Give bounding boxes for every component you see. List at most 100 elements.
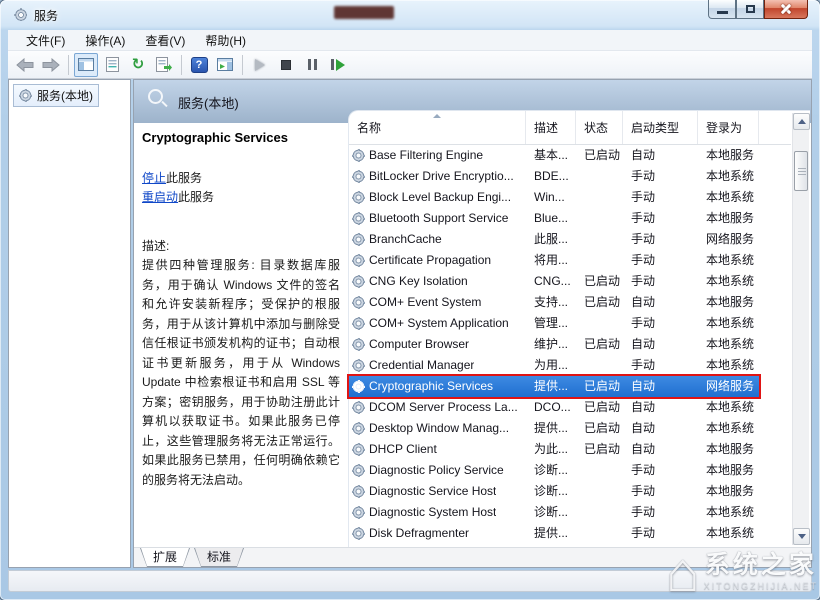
services-icon <box>19 89 32 102</box>
tree-item-services-local[interactable]: 服务(本地) <box>13 84 99 107</box>
list-header: 名称 描述 状态 启动类型 登录为 <box>349 111 791 145</box>
sort-ascending-icon <box>433 114 441 118</box>
service-row[interactable]: Base Filtering Engine 基本... 已启动 自动 本地服务 <box>349 145 759 166</box>
restart-service-line: 重启动此服务 <box>142 188 339 207</box>
menu-item[interactable]: 文件(F) <box>16 30 75 51</box>
service-gear-icon <box>352 506 365 519</box>
service-gear-icon <box>352 233 365 246</box>
service-row[interactable]: COM+ System Application 管理... 手动 本地系统 <box>349 313 759 334</box>
column-header-logon-as[interactable]: 登录为 <box>698 111 759 144</box>
service-gear-icon <box>352 170 365 183</box>
close-button[interactable] <box>764 0 808 19</box>
service-description: 提供四种管理服务: 目录数据库服务，用于确认 Windows 文件的签名和允许安… <box>142 256 340 490</box>
export-list-icon[interactable] <box>152 53 176 77</box>
window-title: 服务 <box>34 7 58 24</box>
service-row[interactable]: DHCP Client 为此... 已启动 自动 本地服务 <box>349 439 759 460</box>
view-tabs: 扩展标准 <box>134 547 811 567</box>
stop-link-suffix: 此服务 <box>166 171 202 185</box>
menu-item[interactable]: 帮助(H) <box>195 30 256 51</box>
console-tree-panel: 服务(本地) <box>8 79 131 568</box>
service-row[interactable]: CNG Key Isolation CNG... 已启动 手动 本地系统 <box>349 271 759 292</box>
maximize-button[interactable] <box>736 0 764 19</box>
stop-service-link[interactable]: 停止 <box>142 171 166 185</box>
minimize-button[interactable] <box>708 0 736 19</box>
menubar: 文件(F)操作(A)查看(V)帮助(H) <box>8 30 812 51</box>
menu-item[interactable]: 操作(A) <box>75 30 135 51</box>
service-gear-icon <box>352 254 365 267</box>
services-mmc-window: 服务 文件(F)操作(A)查看(V)帮助(H) ↻ ? <box>0 0 820 600</box>
service-row[interactable]: DCOM Server Process La... DCO... 已启动 自动 … <box>349 397 759 418</box>
scrollbar-thumb[interactable] <box>794 151 808 191</box>
service-gear-icon <box>352 212 365 225</box>
service-row[interactable]: Credential Manager 为用... 手动 本地系统 <box>349 355 759 376</box>
back-icon[interactable] <box>13 53 37 77</box>
properties-icon[interactable] <box>100 53 124 77</box>
toolbar-separator <box>68 55 69 75</box>
pane-title: 服务(本地) <box>178 93 239 112</box>
view-tab[interactable]: 扩展 <box>140 548 190 567</box>
toolbar-separator <box>242 55 243 75</box>
service-row[interactable]: BranchCache 此服... 手动 网络服务 <box>349 229 759 250</box>
service-gear-icon <box>352 380 365 393</box>
service-gear-icon <box>352 296 365 309</box>
services-list: 名称 描述 状态 启动类型 登录为 Base Filtering Engine … <box>348 110 810 547</box>
restart-service-icon[interactable] <box>326 53 350 77</box>
stop-service-icon[interactable] <box>274 53 298 77</box>
service-gear-icon <box>352 464 365 477</box>
statusbar <box>8 570 812 592</box>
column-header-name[interactable]: 名称 <box>349 111 526 144</box>
scroll-up-button[interactable] <box>793 113 810 130</box>
window-controls <box>708 0 808 19</box>
service-row[interactable]: BitLocker Drive Encryptio... BDE... 手动 本… <box>349 166 759 187</box>
censored-watermark <box>334 6 394 19</box>
column-header-startup-type[interactable]: 启动类型 <box>623 111 698 144</box>
service-row[interactable]: Block Level Backup Engi... Win... 手动 本地系… <box>349 187 759 208</box>
service-gear-icon <box>352 338 365 351</box>
service-gear-icon <box>352 275 365 288</box>
service-gear-icon <box>352 527 365 540</box>
service-row[interactable]: Bluetooth Support Service Blue... 手动 本地服… <box>349 208 759 229</box>
column-header-status[interactable]: 状态 <box>576 111 623 144</box>
restart-service-link[interactable]: 重启动 <box>142 190 178 204</box>
show-action-pane-icon[interactable] <box>213 53 237 77</box>
stop-service-line: 停止此服务 <box>142 169 339 188</box>
restart-link-suffix: 此服务 <box>178 190 214 204</box>
column-header-blank <box>759 111 791 144</box>
service-gear-icon <box>352 443 365 456</box>
start-service-icon[interactable] <box>248 53 272 77</box>
extended-description-panel: Cryptographic Services 停止此服务 重启动此服务 描述: … <box>134 123 349 547</box>
column-header-description[interactable]: 描述 <box>526 111 576 144</box>
selected-service-title: Cryptographic Services <box>142 130 339 145</box>
vertical-scrollbar[interactable] <box>792 113 809 545</box>
service-row[interactable]: Cryptographic Services 提供... 已启动 自动 网络服务 <box>349 376 759 397</box>
service-row[interactable]: COM+ Event System 支持... 已启动 自动 本地服务 <box>349 292 759 313</box>
service-row[interactable]: Disk Defragmenter 提供... 手动 本地系统 <box>349 523 759 544</box>
service-row[interactable]: Diagnostic Policy Service 诊断... 手动 本地服务 <box>349 460 759 481</box>
help-icon[interactable]: ? <box>187 53 211 77</box>
service-gear-icon <box>352 149 365 162</box>
refresh-icon[interactable]: ↻ <box>126 53 150 77</box>
service-row[interactable]: Desktop Window Manag... 提供... 已启动 自动 本地系… <box>349 418 759 439</box>
service-gear-icon <box>352 401 365 414</box>
show-console-tree-icon[interactable] <box>74 53 98 77</box>
service-gear-icon <box>352 191 365 204</box>
scroll-down-button[interactable] <box>793 528 810 545</box>
tree-item-label: 服务(本地) <box>37 87 93 104</box>
forward-icon[interactable] <box>39 53 63 77</box>
magnifier-gear-icon <box>148 89 163 104</box>
toolbar: ↻ ? <box>8 51 812 79</box>
pause-service-icon[interactable] <box>300 53 324 77</box>
services-pane: 服务(本地) Cryptographic Services 停止此服务 重启动此… <box>133 79 812 568</box>
service-row[interactable]: Certificate Propagation 将用... 手动 本地系统 <box>349 250 759 271</box>
list-body: Base Filtering Engine 基本... 已启动 自动 本地服务 … <box>349 145 810 544</box>
service-row[interactable]: Diagnostic Service Host 诊断... 手动 本地服务 <box>349 481 759 502</box>
titlebar[interactable]: 服务 <box>0 0 820 30</box>
description-label: 描述: <box>142 237 339 256</box>
toolbar-separator <box>181 55 182 75</box>
service-row[interactable]: Diagnostic System Host 诊断... 手动 本地系统 <box>349 502 759 523</box>
service-gear-icon <box>352 422 365 435</box>
service-row[interactable]: Computer Browser 维护... 已启动 自动 本地系统 <box>349 334 759 355</box>
view-tab[interactable]: 标准 <box>194 548 244 567</box>
menu-item[interactable]: 查看(V) <box>135 30 195 51</box>
service-gear-icon <box>352 359 365 372</box>
